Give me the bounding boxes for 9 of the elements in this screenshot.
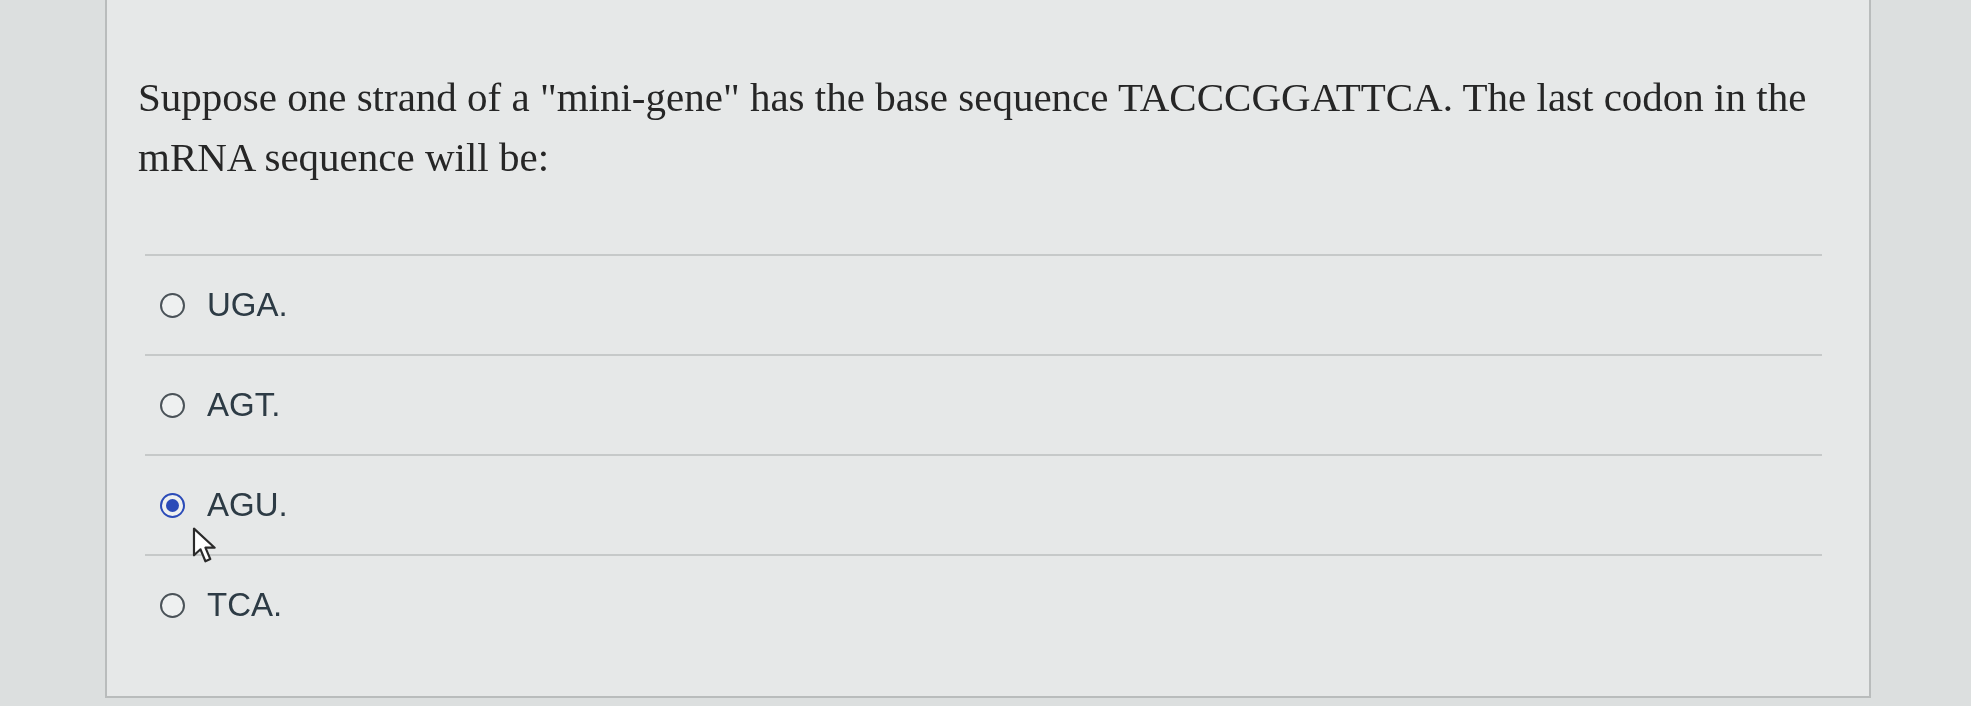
radio-button[interactable] xyxy=(160,392,185,418)
radio-button[interactable] xyxy=(160,592,185,618)
radio-button[interactable] xyxy=(160,492,185,518)
answer-label: UGA. xyxy=(207,285,288,325)
answer-label: TCA. xyxy=(207,585,283,625)
radio-button[interactable] xyxy=(160,292,185,318)
answer-label: AGU. xyxy=(207,485,288,525)
question-text: Suppose one strand of a "mini-gene" has the base sequence TACCCGGATTCA. The last codon in the mRNA sequence will be: xyxy=(138,73,1808,182)
answer-label: AGT. xyxy=(207,385,281,425)
